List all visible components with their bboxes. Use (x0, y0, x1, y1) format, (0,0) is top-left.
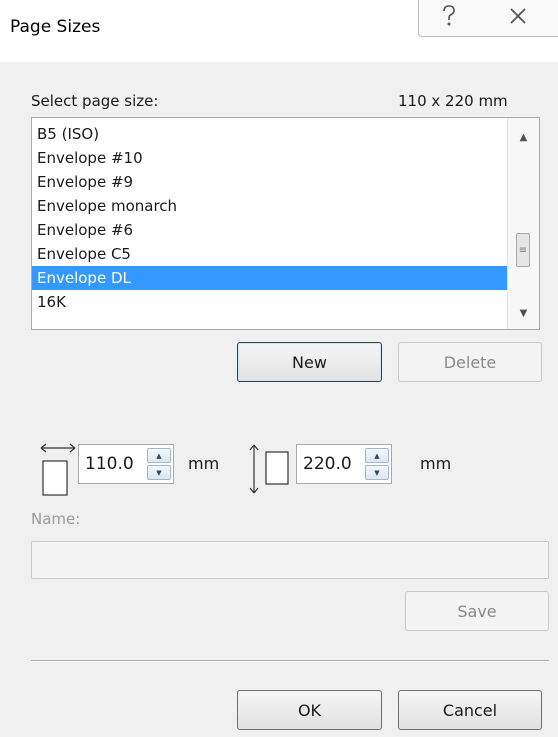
close-x-icon (509, 7, 527, 29)
list-item[interactable]: Envelope C5 (32, 242, 507, 266)
cancel-button[interactable]: Cancel (398, 690, 542, 730)
scroll-thumb[interactable]: ≡ (516, 233, 530, 267)
width-decrement-icon[interactable]: ▼ (147, 465, 171, 480)
list-item[interactable]: Envelope #6 (32, 218, 507, 242)
save-button[interactable]: Save (405, 591, 549, 631)
title-bar: Page Sizes (0, 0, 558, 62)
list-item[interactable]: Envelope #9 (32, 170, 507, 194)
dialog-title: Page Sizes (10, 17, 101, 37)
list-item[interactable]: Envelope monarch (32, 194, 507, 218)
list-item-selected[interactable]: Envelope DL (32, 266, 507, 290)
page-height-icon (246, 442, 296, 500)
current-dimensions: 110 x 220 mm (398, 92, 508, 110)
delete-button[interactable]: Delete (398, 342, 542, 382)
vertical-scrollbar[interactable]: ▲ ≡ ▼ (507, 118, 539, 329)
width-value: 110.0 (85, 454, 134, 474)
height-unit: mm (420, 454, 452, 473)
close-button[interactable] (478, 0, 558, 37)
height-spinner: ▲ ▼ (365, 447, 389, 481)
width-input[interactable]: 110.0 ▲ ▼ (78, 444, 174, 484)
list-item[interactable]: Envelope #10 (32, 146, 507, 170)
name-input[interactable] (31, 541, 549, 579)
width-increment-icon[interactable]: ▲ (147, 448, 171, 463)
height-input[interactable]: 220.0 ▲ ▼ (296, 444, 392, 484)
width-unit: mm (188, 454, 220, 473)
scroll-down-arrow-icon[interactable]: ▼ (508, 308, 539, 319)
page-size-list: B5 (ISO) Envelope #10 Envelope #9 Envelo… (32, 122, 507, 314)
height-value: 220.0 (303, 454, 352, 474)
page-width-icon (38, 440, 78, 504)
height-increment-icon[interactable]: ▲ (365, 448, 389, 463)
scroll-up-arrow-icon[interactable]: ▲ (508, 132, 539, 143)
name-label: Name: (31, 510, 81, 528)
help-question-icon (441, 4, 457, 32)
width-spinner: ▲ ▼ (147, 447, 171, 481)
divider (31, 660, 549, 662)
select-page-size-label: Select page size: (31, 92, 159, 110)
new-button[interactable]: New (237, 342, 382, 382)
height-decrement-icon[interactable]: ▼ (365, 465, 389, 480)
ok-button[interactable]: OK (237, 690, 382, 730)
list-item[interactable]: B5 (ISO) (32, 122, 507, 146)
page-size-listbox[interactable]: B5 (ISO) Envelope #10 Envelope #9 Envelo… (31, 117, 540, 330)
help-button[interactable] (418, 0, 480, 37)
list-item[interactable]: 16K (32, 290, 507, 314)
grip-icon: ≡ (518, 244, 528, 256)
